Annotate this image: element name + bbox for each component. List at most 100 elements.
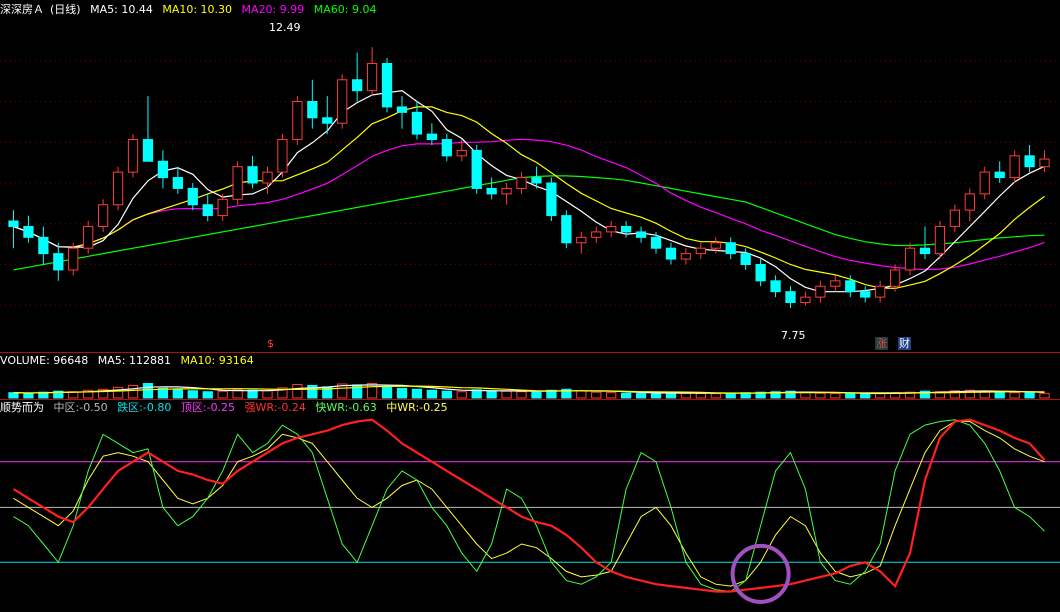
candle-body (366, 62, 378, 92)
volume-bar (800, 392, 811, 399)
candle-body (815, 285, 826, 298)
candle-body (710, 242, 721, 249)
candle-body (23, 225, 34, 238)
ma20-value: 9.99 (279, 3, 305, 16)
mid-wr-value: -0.25 (419, 401, 448, 414)
candle-body (202, 204, 213, 217)
candle-body (157, 160, 169, 179)
volume-legend: VOLUME: 96648 MA5: 112881 MA10: 93164 (0, 353, 260, 369)
vol-ma10-label: MA10: (180, 354, 216, 367)
volume-bar (1039, 392, 1050, 399)
candle-body (949, 209, 961, 227)
candle-body (262, 171, 273, 184)
candle-body (68, 247, 79, 271)
candle-body (456, 149, 467, 157)
candle-body (322, 117, 333, 124)
candle-body (889, 269, 901, 287)
period-label: (日线) (50, 3, 81, 16)
stock-name: 深深房Ａ (0, 3, 44, 16)
volume-bar (381, 385, 393, 399)
vol-ma10-item: MA10: 93164 (181, 354, 254, 367)
indicator-series-line (13, 421, 1045, 587)
volume-bar (606, 392, 617, 399)
candle-body (591, 231, 602, 238)
candle-body (53, 253, 64, 271)
volume-bar (725, 392, 736, 399)
vol-ma5-value: 112881 (129, 354, 172, 367)
ma10-value: 10.30 (200, 3, 233, 16)
volume-bar (426, 389, 438, 399)
volume-item: VOLUME: 96648 (0, 354, 88, 367)
price-legend: 深深房Ａ (日线) MA5: 10.44 MA10: 10.30 MA20: 9.… (0, 2, 382, 18)
ma10-legend: MA10: 10.30 (162, 3, 232, 16)
fast-wr-legend: 快WR:-0.63 (315, 401, 376, 414)
candle-body (97, 204, 109, 227)
ma5-legend: MA5: 10.44 (90, 3, 153, 16)
volume-bar (531, 391, 542, 399)
volume-bar (695, 392, 706, 399)
volume-bar (994, 391, 1005, 399)
volume-label: VOLUME: (0, 354, 50, 367)
indicator-series-line (13, 419, 1045, 593)
zhang-badge[interactable]: 涨 (875, 337, 888, 350)
candle-body (307, 101, 318, 119)
volume-bar (1024, 391, 1035, 399)
volume-bar (441, 390, 452, 399)
ma5-label: MA5: (90, 3, 118, 16)
vol-ma10-value: 93164 (218, 354, 254, 367)
candle-body (934, 225, 946, 255)
volume-bar (635, 392, 647, 399)
candle-body (112, 171, 124, 206)
volume-bar (860, 393, 871, 399)
candle-body (426, 133, 438, 141)
candle-body (650, 236, 662, 249)
volume-bar (202, 391, 213, 399)
candle-body (964, 193, 975, 211)
candle-body (292, 101, 303, 141)
signal-marker-s: $ (267, 337, 274, 350)
candle-body (919, 247, 931, 255)
candle-body (606, 225, 617, 233)
ma20-label: MA20: (241, 3, 277, 16)
candle-body (187, 187, 198, 206)
volume-bar (456, 391, 467, 399)
candle-body (904, 247, 916, 271)
candle-body (875, 285, 886, 298)
candle-body (411, 111, 423, 135)
ma20-legend: MA20: 9.99 (242, 3, 305, 16)
volume-bar (830, 392, 841, 399)
candle-body (994, 171, 1005, 179)
candle-body (800, 296, 811, 304)
volume-value: 96648 (53, 354, 89, 367)
candle-body (38, 236, 49, 255)
candle-body (501, 187, 512, 195)
candle-body (785, 291, 796, 304)
volume-bar (576, 390, 587, 399)
volume-bar (516, 391, 527, 399)
chart-canvas (0, 47, 1060, 604)
mid-wr-legend: 中WR:-0.25 (386, 401, 447, 414)
candle-body (860, 291, 871, 298)
ma5-path (13, 89, 1045, 293)
candle-body (142, 139, 154, 162)
candle-body (486, 187, 497, 195)
volume-bar (142, 383, 154, 399)
candle-body (576, 236, 587, 244)
candle-body (770, 280, 781, 293)
candle-body (1024, 155, 1035, 168)
candle-body (830, 280, 841, 287)
candle-body (665, 247, 677, 260)
volume-bar (172, 389, 183, 399)
level-top-label: 顶区: (180, 401, 207, 414)
level-low-value: -0.80 (142, 401, 172, 414)
ma60-line (13, 175, 1045, 271)
candle-body (979, 171, 990, 195)
level-mid-legend: 中区:-0.50 (54, 401, 108, 414)
candle-body (680, 253, 692, 260)
cai-badge[interactable]: 财 (898, 337, 911, 350)
candle-body (1009, 155, 1020, 179)
candle-body (217, 198, 228, 217)
indicator-series-line (12, 418, 1046, 593)
candle-body (516, 177, 527, 189)
indicator-panel (0, 418, 1060, 593)
